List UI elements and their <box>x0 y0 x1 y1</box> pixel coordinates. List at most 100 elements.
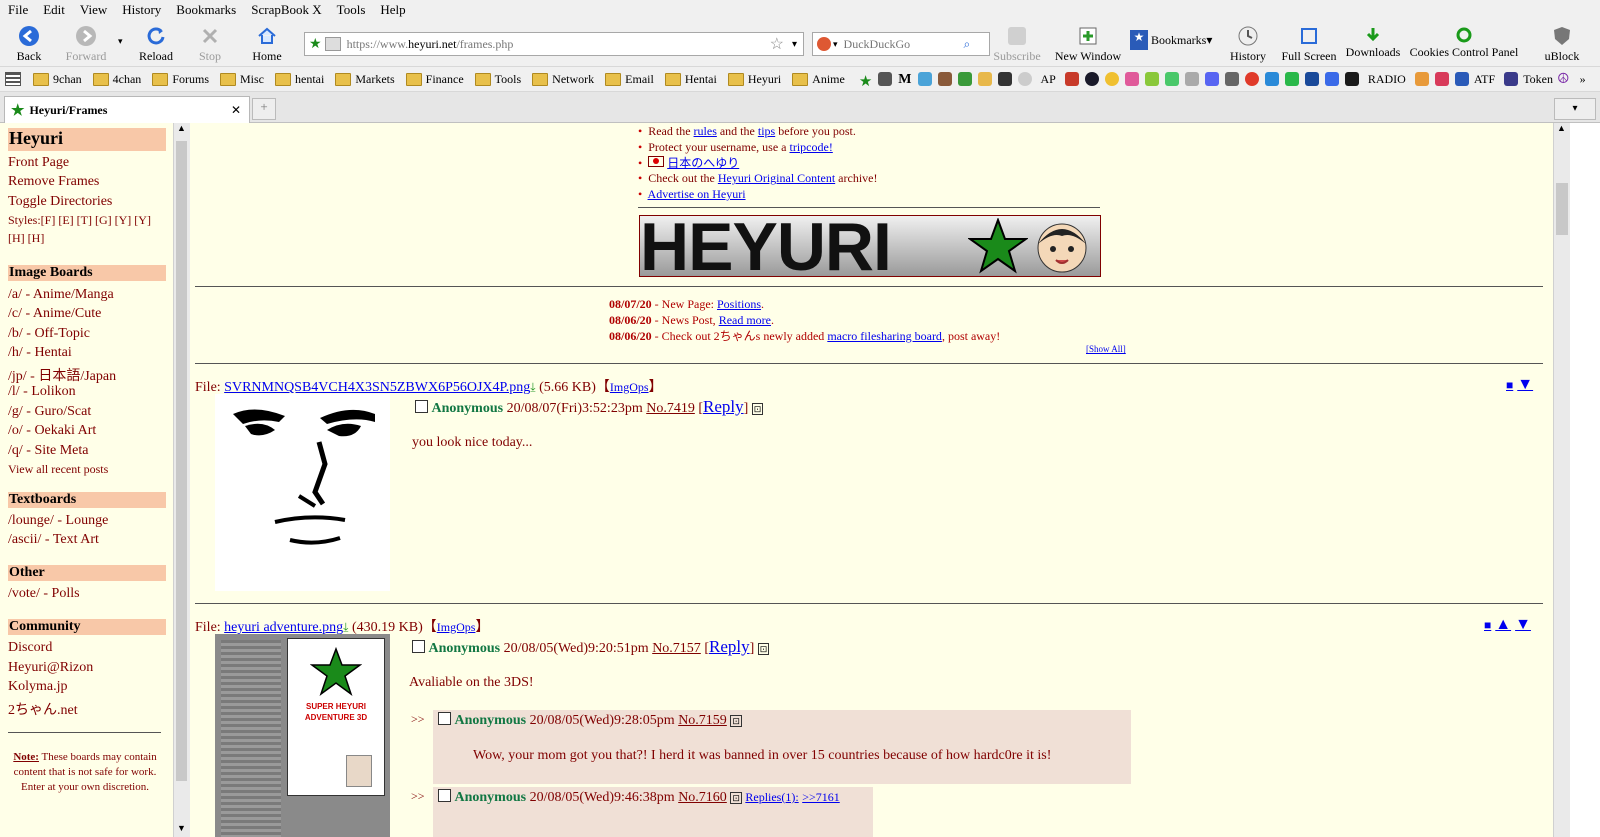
stripe-favicon[interactable] <box>1434 72 1449 86</box>
board-link-q[interactable]: /q/ - Site Meta <box>8 443 89 459</box>
thread-square-icon[interactable]: ■ <box>1506 378 1513 392</box>
bookmark-star-icon[interactable]: ☆ <box>770 34 784 54</box>
post-file-link[interactable]: heyuri adventure.png <box>224 620 343 635</box>
reply-number-link[interactable]: No.7159 <box>678 713 727 728</box>
community-link-rizon[interactable]: Heyuri@Rizon <box>8 660 93 676</box>
peace-favicon[interactable]: ☮ <box>1557 71 1570 88</box>
reply-select-checkbox[interactable] <box>438 789 451 802</box>
history-button[interactable]: History <box>1226 22 1270 64</box>
thread-up-icon[interactable]: ▲ <box>1495 616 1511 633</box>
new-tab-button[interactable]: + <box>252 98 276 120</box>
bookmark-folder-network[interactable]: Network <box>532 72 594 87</box>
search-bar[interactable]: ▾ ⌕ <box>812 32 990 56</box>
imgops-link[interactable]: ImgOps <box>437 620 476 634</box>
token-favicon[interactable] <box>1504 72 1519 86</box>
bookmark-atf[interactable]: ATF <box>1474 72 1495 87</box>
imgops-link[interactable]: ImgOps <box>610 380 649 394</box>
h-favicon[interactable] <box>1304 72 1319 86</box>
rules-link[interactable]: rules <box>694 124 717 138</box>
downloads-button[interactable]: Downloads <box>1344 24 1402 60</box>
bookmark-folder-hentai-lower[interactable]: hentai <box>275 72 324 87</box>
new-window-button[interactable]: New Window <box>1050 22 1126 64</box>
sprout-favicon[interactable] <box>1164 72 1179 86</box>
reply-menu-icon[interactable]: ⊡ <box>730 715 742 727</box>
smile-favicon[interactable] <box>1104 72 1119 86</box>
bookmark-folder-tools[interactable]: Tools <box>474 72 521 87</box>
atf-favicon[interactable] <box>1454 72 1469 86</box>
bookmark-folder-forums[interactable]: Forums <box>152 72 209 87</box>
board-link-c[interactable]: /c/ - Anime/Cute <box>8 306 101 322</box>
bookmark-folder-hentai[interactable]: Hentai <box>664 72 717 87</box>
menu-history[interactable]: History <box>114 2 168 18</box>
bus-favicon[interactable] <box>997 72 1012 86</box>
m-red-favicon[interactable] <box>1244 72 1259 86</box>
board-link-b[interactable]: /b/ - Off-Topic <box>8 326 90 342</box>
subscribe-button[interactable]: Subscribe <box>992 22 1042 64</box>
menu-help[interactable]: Help <box>372 2 412 18</box>
green-box-favicon[interactable] <box>1284 72 1299 86</box>
site-identity-icon[interactable] <box>324 37 341 51</box>
tips-link[interactable]: tips <box>758 124 775 138</box>
bookmarks-menu-icon[interactable] <box>5 72 21 86</box>
news-link-read-more[interactable]: Read more <box>719 313 771 327</box>
post-menu-icon[interactable]: ⊡ <box>757 643 770 655</box>
cookies-control-button[interactable]: Cookies Control Panel <box>1408 24 1520 60</box>
bookmark-folder-finance[interactable]: Finance <box>405 72 464 87</box>
style-switcher-links[interactable]: [F] [E] [T] [G] [Y] [Y] <box>41 213 151 227</box>
search-input[interactable] <box>841 35 964 53</box>
url-dropdown-icon[interactable]: ▾ <box>792 39 797 50</box>
reply-number-link[interactable]: No.7160 <box>678 790 727 805</box>
advertise-link[interactable]: Advertise on Heyuri <box>648 187 746 201</box>
forward-button[interactable]: Forward <box>60 22 112 64</box>
view-all-recent-posts-link[interactable]: View all recent posts <box>8 462 108 477</box>
tab-list-dropdown-icon[interactable]: ▾ <box>1554 98 1596 120</box>
style-switcher-links-2[interactable]: [H] [H] <box>8 231 44 246</box>
home-button[interactable]: Home <box>246 22 288 64</box>
steam-favicon[interactable] <box>1084 72 1099 86</box>
sidebar-scrollbar[interactable]: ▲ ▼ <box>173 123 190 837</box>
menu-edit[interactable]: Edit <box>35 2 72 18</box>
cat-favicon[interactable] <box>878 72 893 86</box>
download-icon[interactable]: ⤓ <box>530 380 535 394</box>
sidebar-scroll-thumb[interactable] <box>176 141 187 781</box>
news-link-macro-board[interactable]: macro filesharing board <box>827 329 942 343</box>
menu-bookmarks[interactable]: Bookmarks <box>168 2 243 18</box>
bookmark-folder-email[interactable]: Email <box>605 72 654 87</box>
other-link-vote[interactable]: /vote/ - Polls <box>8 586 80 602</box>
search-magnifier-icon[interactable]: ⌕ <box>964 37 971 52</box>
news-link-positions[interactable]: Positions <box>717 297 761 311</box>
menu-tools[interactable]: Tools <box>329 2 373 18</box>
duckduckgo-engine-icon[interactable] <box>817 37 831 51</box>
menu-scrapbook[interactable]: ScrapBook X <box>243 2 328 18</box>
menu-view[interactable]: View <box>72 2 114 18</box>
main-scrollbar[interactable]: ▲ <box>1553 123 1571 837</box>
bookmark-folder-4chan[interactable]: 4chan <box>92 72 141 87</box>
sidebar-link-front-page[interactable]: Front Page <box>8 155 69 171</box>
cloud-favicon[interactable] <box>1264 72 1279 86</box>
post-number-link[interactable]: No.7157 <box>652 641 701 656</box>
book-favicon[interactable] <box>917 72 932 86</box>
back-button[interactable]: Back <box>8 22 50 64</box>
bookmark-folder-misc[interactable]: Misc <box>220 72 264 87</box>
grid-favicon[interactable] <box>957 72 972 86</box>
board-link-h[interactable]: /h/ - Hentai <box>8 345 72 361</box>
bookmark-ap[interactable]: AP <box>1041 72 1056 87</box>
scroll-down-icon[interactable]: ▼ <box>177 823 186 833</box>
history-dropdown-icon[interactable]: ▾ <box>118 36 123 47</box>
scroll-up-icon[interactable]: ▲ <box>1557 123 1566 133</box>
bookmark-folder-markets[interactable]: Markets <box>335 72 395 87</box>
bookmarks-button[interactable]: ★ Bookmarks ▾ <box>1130 30 1212 50</box>
reply-menu-icon[interactable]: ⊡ <box>730 792 742 804</box>
heyuri-banner[interactable]: HEYURI <box>639 215 1101 277</box>
post-select-checkbox[interactable] <box>412 640 425 653</box>
post-menu-icon[interactable]: ⊡ <box>751 403 764 415</box>
main-scroll-thumb[interactable] <box>1556 183 1568 235</box>
post-select-checkbox[interactable] <box>415 400 428 413</box>
engine-dropdown-icon[interactable]: ▾ <box>833 39 838 50</box>
community-link-2chan[interactable]: 2ちゃん.net <box>8 699 78 719</box>
board-link-l[interactable]: /l/ - Lolikon <box>8 384 76 400</box>
globe-favicon[interactable] <box>1017 72 1032 86</box>
community-link-kolyma[interactable]: Kolyma.jp <box>8 679 68 695</box>
bookmark-folder-9chan[interactable]: 9chan <box>33 72 82 87</box>
bookmark-token[interactable]: Token <box>1523 72 1553 87</box>
